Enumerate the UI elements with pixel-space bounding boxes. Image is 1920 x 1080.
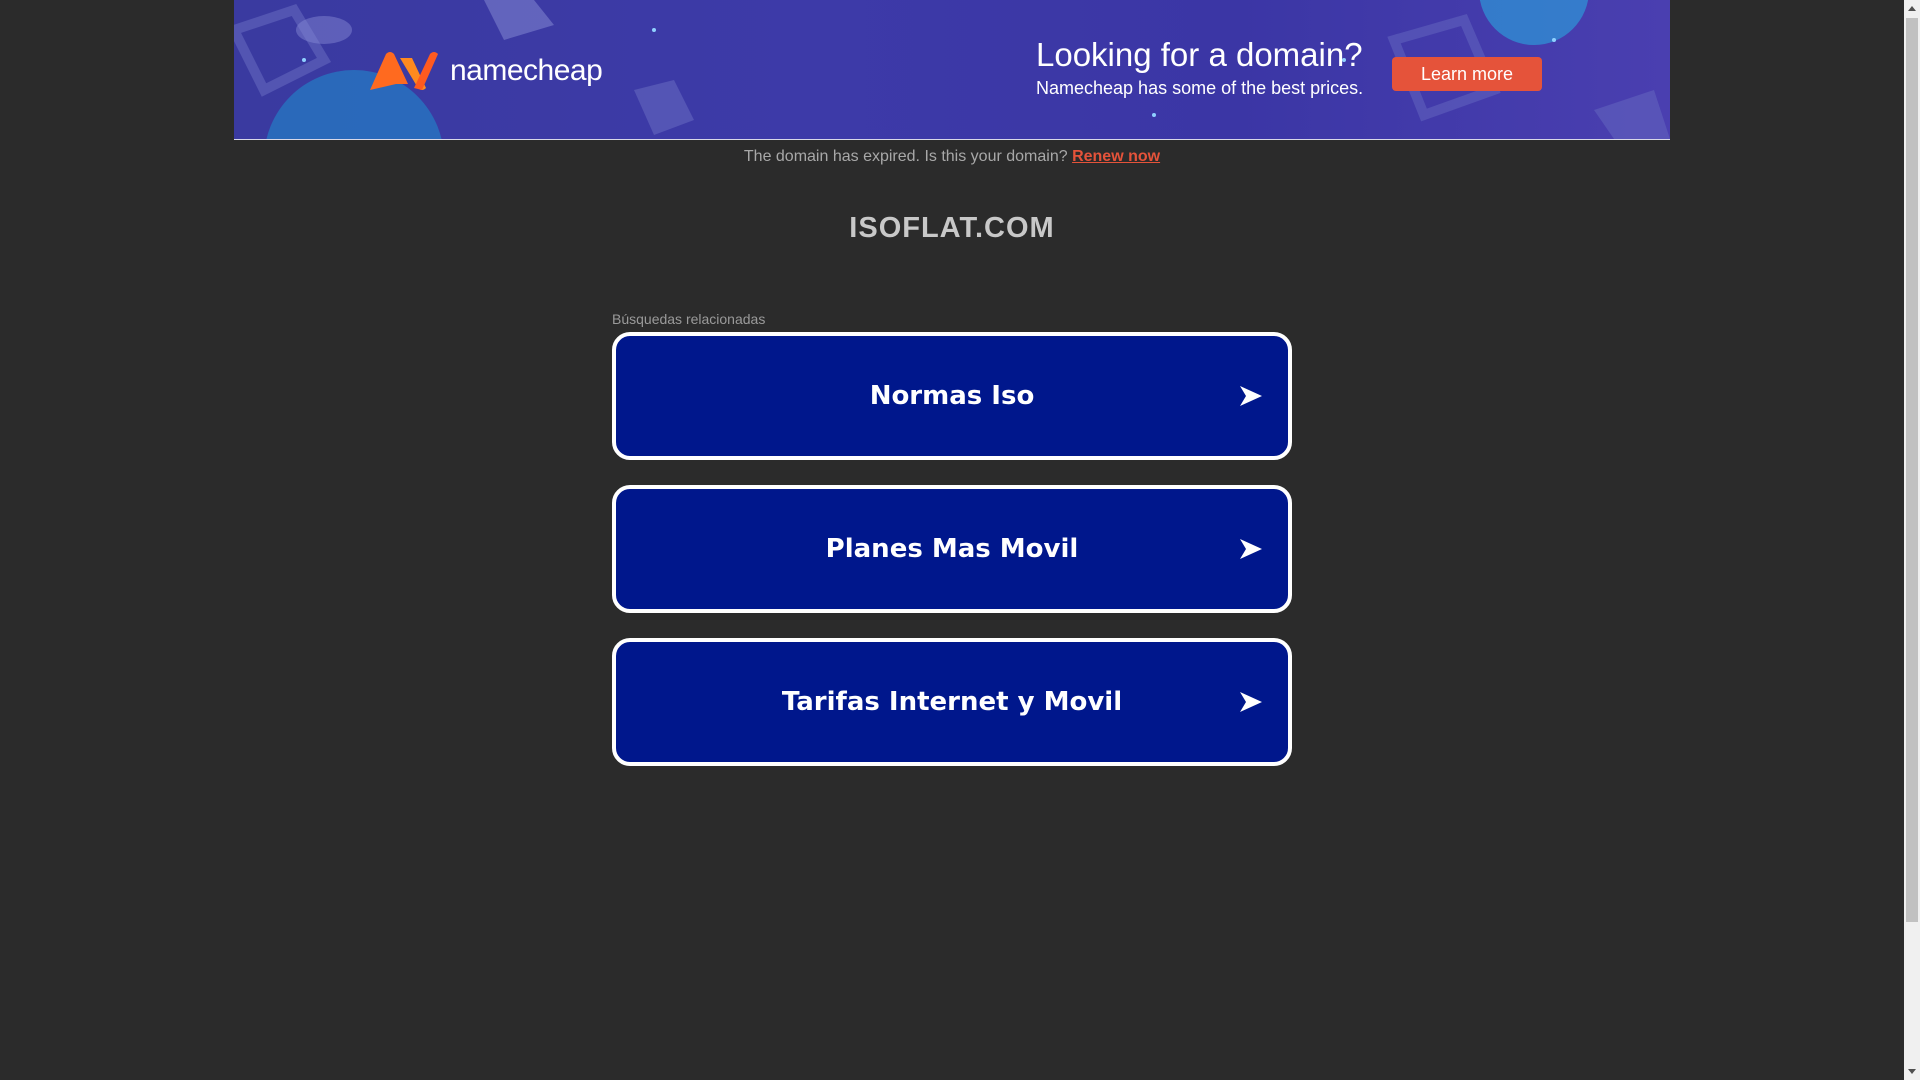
related-searches-list: Normas Iso Planes Mas Movil Tarifas Inte… [612, 332, 1292, 791]
namecheap-ad-banner[interactable]: namecheap Looking for a domain? Namechea… [234, 0, 1670, 140]
arrow-right-icon [1240, 692, 1262, 712]
page: namecheap Looking for a domain? Namechea… [0, 0, 1904, 1080]
vertical-scrollbar[interactable] [1904, 0, 1920, 1080]
scrollbar-thumb[interactable] [1906, 18, 1918, 922]
domain-expired-notice: The domain has expired. Is this your dom… [0, 148, 1904, 166]
scroll-down-icon[interactable] [1908, 1069, 1916, 1074]
notice-text: The domain has expired. Is this your dom… [743, 148, 1068, 165]
related-search-button[interactable]: Tarifas Internet y Movil [612, 638, 1292, 766]
scroll-up-icon[interactable] [1908, 6, 1916, 11]
namecheap-logo-text: namecheap [450, 54, 603, 87]
arrow-right-icon [1240, 386, 1262, 406]
namecheap-logo-icon [370, 52, 438, 90]
renew-now-link[interactable]: Renew now [1072, 148, 1160, 165]
related-search-label: Planes Mas Movil [825, 534, 1079, 564]
related-search-label: Tarifas Internet y Movil [781, 687, 1123, 717]
arrow-right-icon [1240, 539, 1262, 559]
related-searches-label: Búsquedas relacionadas [612, 311, 766, 327]
learn-more-button[interactable]: Learn more [1392, 57, 1542, 91]
ad-subline: Namecheap has some of the best prices. [1036, 78, 1364, 98]
related-search-label: Normas Iso [869, 381, 1035, 411]
namecheap-logo: namecheap [368, 50, 603, 92]
ad-headline: Looking for a domain? [1036, 36, 1363, 73]
related-search-button[interactable]: Normas Iso [612, 332, 1292, 460]
related-search-button[interactable]: Planes Mas Movil [612, 485, 1292, 613]
domain-title: ISOFLAT.COM [849, 212, 1055, 244]
